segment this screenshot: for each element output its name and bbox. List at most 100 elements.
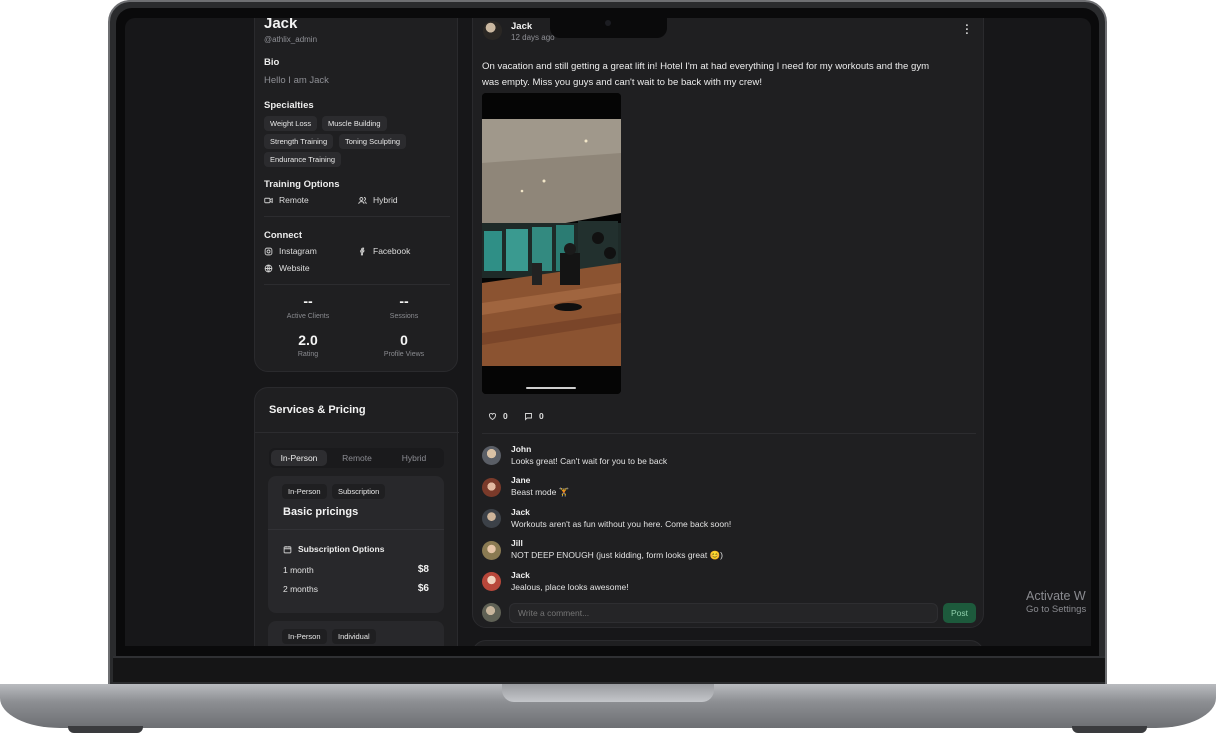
globe-icon	[264, 264, 273, 272]
bio-heading: Bio	[264, 57, 280, 68]
connect-instagram-link[interactable]: Instagram	[264, 246, 317, 256]
heart-icon	[489, 412, 496, 420]
camera-icon	[605, 20, 611, 26]
screen-chin	[113, 656, 1105, 682]
comment-author: Jane	[511, 475, 531, 485]
post-text-line-1: On vacation and still getting a great li…	[482, 61, 930, 72]
option-label: 2 months	[283, 584, 318, 594]
stat-sessions-label: Sessions	[389, 313, 419, 320]
services-title: Services & Pricing	[269, 404, 366, 416]
tab-in-person[interactable]: In-Person	[271, 450, 327, 466]
training-heading: Training Options	[264, 179, 340, 190]
option-price: $6	[417, 583, 429, 594]
stat-active-clients-value: --	[303, 293, 313, 309]
post-video[interactable]	[482, 93, 621, 394]
connect-label: Instagram	[279, 246, 317, 256]
connect-label: Website	[279, 263, 310, 273]
like-button[interactable]: 0	[488, 411, 508, 421]
comment-author: Jack	[511, 507, 530, 517]
comment-text: Jealous, place looks awesome!	[511, 582, 629, 592]
divider	[264, 284, 450, 285]
specialty-chip: Endurance Training	[264, 152, 342, 167]
comment-author: John	[511, 444, 532, 454]
pricing-plan-card: In-Person Subscription Basic pricings Su…	[268, 476, 444, 613]
stat-profile-views-value: 0	[400, 332, 408, 348]
stat-sessions-value: --	[399, 293, 409, 309]
laptop-foot	[1072, 726, 1147, 733]
comment-text: Looks great! Can't wait for you to be ba…	[511, 456, 668, 466]
divider	[268, 529, 444, 530]
comment-count: 0	[539, 411, 544, 421]
comment-text: NOT DEEP ENOUGH (just kidding, form look…	[511, 550, 723, 560]
watermark-line-1: Activate W	[1026, 589, 1086, 603]
avatar	[482, 572, 501, 591]
stat-rating-label: Rating	[297, 351, 319, 358]
plan-tag: In-Person	[282, 484, 327, 499]
facebook-icon	[360, 247, 365, 255]
plan-tag: In-Person	[282, 629, 327, 644]
laptop-lip	[502, 684, 714, 702]
bio-text: Hello I am Jack	[264, 75, 329, 86]
post-author[interactable]: Jack	[511, 21, 532, 32]
avatar	[482, 603, 501, 622]
calendar-icon	[283, 545, 292, 553]
stat-active-clients-label: Active Clients	[286, 313, 330, 320]
option-label: 1 month	[283, 565, 314, 575]
subscription-options-label: Subscription Options	[298, 544, 385, 554]
training-option-remote: Remote	[264, 195, 309, 205]
app-screen: Jack @athlix_admin Bio Hello I am Jack S…	[125, 18, 1091, 646]
comment-author: Jack	[511, 570, 530, 580]
watermark-line-2: Go to Settings	[1026, 604, 1087, 615]
avatar	[482, 446, 501, 465]
specialty-chip: Muscle Building	[322, 116, 387, 131]
connect-facebook-link[interactable]: Facebook	[358, 246, 410, 256]
comment-icon	[525, 412, 532, 421]
subscription-options-heading: Subscription Options	[283, 544, 384, 554]
connect-label: Facebook	[373, 246, 411, 256]
specialty-chip: Toning Sculpting	[339, 134, 407, 149]
users-icon	[358, 196, 367, 204]
comment-author: Jill	[511, 538, 523, 548]
more-options-icon[interactable]: · · ·	[965, 21, 969, 40]
plan-title: Basic pricings	[283, 506, 359, 518]
stat-rating-value: 2.0	[298, 332, 318, 348]
divider	[482, 433, 976, 434]
services-tabs: In-Person Remote Hybrid	[269, 448, 444, 468]
connect-website-link[interactable]: Website	[264, 263, 310, 273]
services-card: Services & Pricing In-Person Remote Hybr…	[254, 387, 459, 646]
comment-input[interactable]	[509, 603, 938, 623]
training-option-label: Remote	[279, 195, 309, 205]
divider	[255, 432, 459, 433]
next-post-card	[472, 640, 984, 646]
camera-notch	[550, 8, 667, 38]
training-option-hybrid: Hybrid	[358, 195, 398, 205]
stat-profile-views-label: Profile Views	[383, 351, 425, 358]
avatar	[482, 541, 501, 560]
like-count: 0	[503, 411, 508, 421]
plan-tag: Individual	[332, 629, 376, 644]
laptop-frame: Jack @athlix_admin Bio Hello I am Jack S…	[0, 0, 1216, 735]
profile-handle: @athlix_admin	[264, 35, 318, 44]
tab-hybrid[interactable]: Hybrid	[386, 450, 442, 466]
specialty-chip: Strength Training	[264, 134, 334, 149]
profile-card: Jack @athlix_admin Bio Hello I am Jack S…	[254, 18, 458, 372]
avatar	[482, 478, 501, 497]
comment-button[interactable]: 0	[524, 411, 544, 421]
video-icon	[264, 197, 273, 203]
profile-name: Jack	[264, 18, 298, 32]
training-option-label: Hybrid	[373, 195, 398, 205]
comment-text: Workouts aren't as fun without you here.…	[511, 519, 732, 529]
post-comment-button[interactable]: Post	[943, 603, 976, 623]
gym-photo	[482, 93, 621, 394]
pricing-plan-card: In-Person Individual	[268, 621, 444, 646]
avatar	[483, 21, 502, 40]
plan-tag: Subscription	[332, 484, 386, 499]
comment-text: Beast mode 🏋	[511, 487, 570, 497]
specialties-heading: Specialties	[264, 100, 314, 111]
avatar	[482, 509, 501, 528]
post-text-line-2: was empty. Miss you guys and can't wait …	[482, 77, 762, 88]
activation-watermark: Activate W Go to Settings	[1026, 589, 1086, 615]
divider	[264, 216, 450, 217]
post-card: Jack 12 days ago · · · On vacation and sti…	[472, 18, 984, 628]
tab-remote[interactable]: Remote	[329, 450, 385, 466]
